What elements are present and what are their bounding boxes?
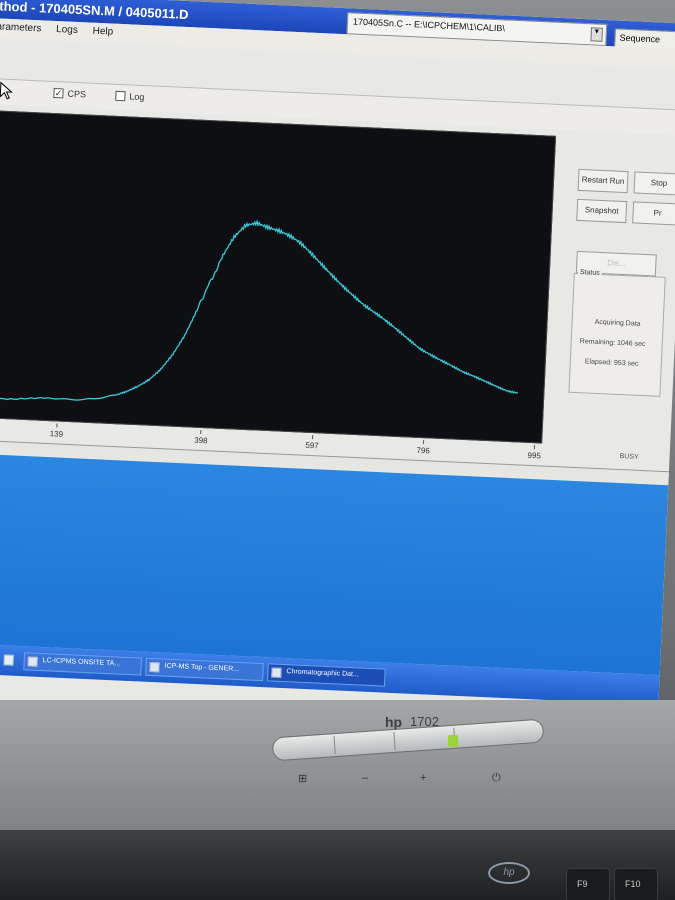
chromatogram-svg	[0, 219, 518, 401]
busy-indicator: BUSY	[619, 453, 639, 461]
auto-adjust-icon: ⊞	[298, 773, 308, 785]
folder-icon	[149, 661, 160, 673]
photo-scene: thod - 170405SN.M / 0405011.D 170405Sn.C…	[0, 0, 675, 900]
minus-icon: –	[362, 772, 369, 784]
log-checkbox[interactable]: Log	[115, 90, 145, 103]
menu-help[interactable]: Help	[92, 26, 113, 38]
snapshot-button[interactable]: Snapshot	[576, 198, 628, 224]
desktop-background	[0, 453, 669, 676]
plus-hw-button[interactable]	[396, 727, 456, 750]
chart-icon	[271, 667, 282, 678]
cps-checkbox-box[interactable]: ✓	[53, 87, 64, 99]
status-remaining: Remaining: 1046 sec	[579, 338, 646, 349]
log-checkbox-box[interactable]	[115, 90, 126, 102]
cps-checkbox[interactable]: ✓ CPS	[53, 87, 87, 100]
x-tick-label: 398	[194, 435, 208, 446]
power-led	[448, 735, 458, 747]
window-title: thod - 170405SN.M / 0405011.D	[0, 0, 189, 23]
hp-keyboard-logo: hp	[488, 862, 530, 884]
chevron-down-icon[interactable]: ▼	[590, 27, 604, 42]
explorer-icon[interactable]	[3, 654, 14, 666]
status-state: Acquiring Data	[594, 318, 641, 328]
signal-trace-line	[0, 219, 518, 401]
power-icon: ⏻	[492, 772, 501, 784]
x-tick-mark	[55, 423, 58, 428]
key-f9[interactable]: F9	[566, 868, 610, 900]
status-groupbox: Status Acquiring Data Remaining: 1046 se…	[568, 268, 666, 397]
taskbar-item-chromatographic[interactable]: Chromatographic Dat...	[267, 663, 386, 687]
cps-label: CPS	[67, 88, 87, 100]
monitor-bezel	[0, 700, 675, 830]
x-tick-label: 139	[49, 429, 64, 439]
log-label: Log	[129, 91, 145, 103]
taskbar-item-icpms-top[interactable]: ICP-MS Top - GENER...	[145, 657, 264, 682]
stop-button[interactable]: Stop	[633, 171, 675, 196]
monitor-screen: thod - 170405SN.M / 0405011.D 170405Sn.C…	[0, 0, 675, 768]
restart-run-button[interactable]: Restart Run	[577, 168, 629, 194]
print-button[interactable]: Pr	[632, 201, 675, 226]
x-tick-mark	[311, 435, 313, 440]
power-hw-button[interactable]	[456, 724, 515, 746]
menu-logs[interactable]: Logs	[56, 24, 78, 36]
taskbar-item-lc-icpms[interactable]: LC-ICPMS ONSITE TA...	[23, 652, 142, 676]
minus-hw-button[interactable]	[336, 731, 396, 754]
x-tick-label: 995	[527, 450, 542, 461]
x-tick-mark	[533, 445, 536, 450]
key-f10[interactable]: F10	[614, 868, 658, 900]
chromatogram-plot	[0, 110, 557, 444]
app-icon	[27, 656, 38, 667]
x-tick-mark	[200, 430, 202, 435]
menu-hw-button[interactable]	[276, 736, 336, 759]
status-title: Status	[577, 268, 602, 278]
plus-icon: +	[420, 772, 427, 784]
sample-path: 170405Sn.C -- E:\ICPCHEM\1\CALIB\	[352, 16, 506, 34]
x-tick-label: 597	[305, 440, 319, 451]
menu-parameters[interactable]: arameters	[0, 21, 42, 34]
pointer-cursor-icon	[0, 81, 13, 100]
status-elapsed: Elapsed: 953 sec	[584, 358, 639, 368]
x-tick-label: 796	[416, 445, 430, 456]
x-tick-mark	[422, 440, 424, 445]
